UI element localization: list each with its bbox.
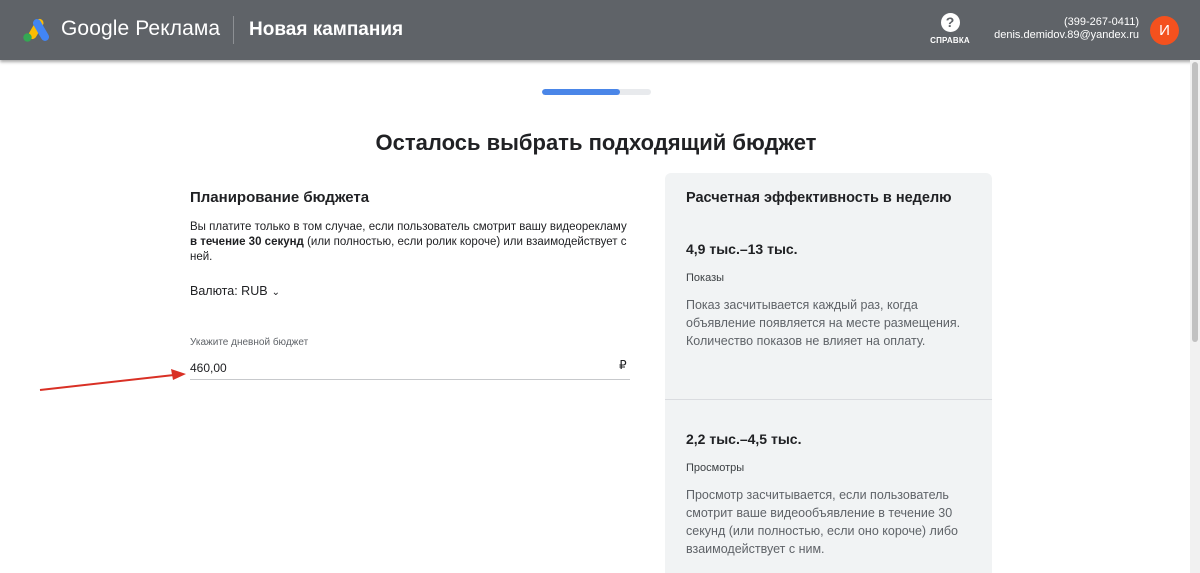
budget-planning-description: Вы платите только в том случае, если пол…: [190, 220, 630, 265]
account-id: (399-267-0411): [1063, 16, 1139, 28]
top-app-bar: Google Реклама Новая кампания ? СПРАВКА …: [0, 0, 1200, 60]
views-description: Просмотр засчитывается, если пользовател…: [686, 488, 958, 556]
page-name: Новая кампания: [249, 19, 404, 40]
page-title: Осталось выбрать подходящий бюджет: [375, 130, 817, 155]
description-text-1: Вы платите только в том случае, если пол…: [190, 221, 627, 233]
currency-label: Валюта: RUB: [190, 284, 268, 298]
daily-budget-input[interactable]: [190, 356, 630, 380]
help-button[interactable]: ? СПРАВКА: [930, 13, 970, 45]
brand-name[interactable]: Google Реклама: [61, 17, 220, 41]
progress-fill: [542, 89, 621, 95]
header-divider: [233, 16, 234, 44]
scrollbar-thumb[interactable]: [1192, 62, 1198, 342]
chevron-down-icon: ⌄: [271, 287, 280, 298]
impressions-range: 4,9 тыс.–13 тыс.: [686, 241, 798, 257]
views-range: 2,2 тыс.–4,5 тыс.: [686, 431, 802, 447]
campaign-progress-bar: [542, 89, 651, 95]
google-ads-logo-icon[interactable]: [22, 17, 50, 43]
weekly-performance-panel: Расчетная эффективность в неделю 4,9 тыс…: [665, 173, 992, 573]
impressions-description: Показ засчитывается каждый раз, когда об…: [686, 298, 961, 348]
help-label: СПРАВКА: [930, 36, 970, 45]
panel-divider: [665, 399, 992, 400]
views-label: Просмотры: [686, 462, 745, 474]
description-bold: в течение 30 секунд: [190, 236, 304, 248]
red-arrow-annotation: [39, 369, 186, 391]
impressions-label: Показы: [686, 272, 725, 284]
avatar[interactable]: И: [1150, 16, 1179, 45]
budget-planning-title: Планирование бюджета: [190, 189, 370, 206]
ruble-icon: ₽: [619, 358, 627, 372]
help-icon: ?: [940, 13, 960, 32]
account-info[interactable]: (399-267-0411) denis.demidov.89@yandex.r…: [994, 16, 1139, 42]
account-email: denis.demidov.89@yandex.ru: [994, 29, 1139, 41]
daily-budget-label: Укажите дневной бюджет: [190, 337, 309, 348]
currency-select[interactable]: Валюта: RUB ⌄: [190, 284, 280, 298]
performance-title: Расчетная эффективность в неделю: [686, 190, 952, 206]
